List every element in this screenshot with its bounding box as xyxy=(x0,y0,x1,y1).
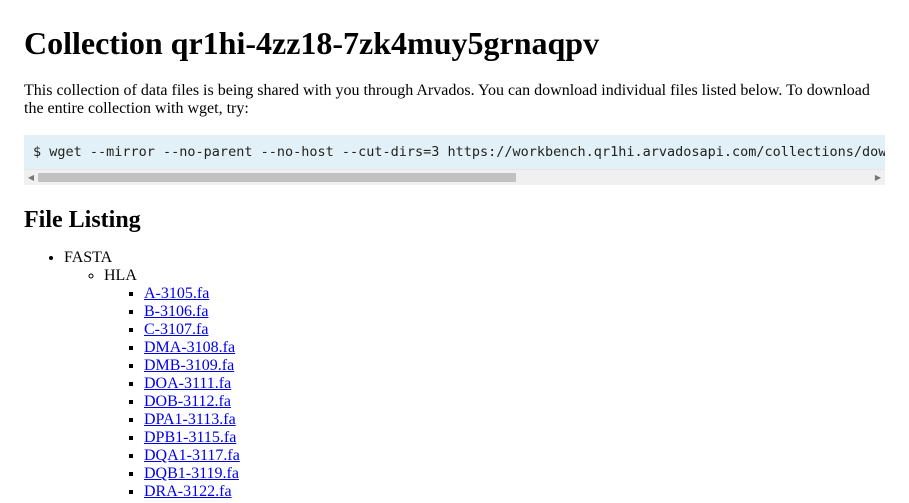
subfolder-label: HLA xyxy=(104,267,137,284)
page-title: Collection qr1hi-4zz18-7zk4muy5grnaqpv xyxy=(24,25,600,61)
file-item: A-3105.fa xyxy=(144,285,885,303)
file-link[interactable]: DRA-3122.fa xyxy=(144,483,232,500)
file-item: DMB-3109.fa xyxy=(144,357,885,375)
file-listing-heading: File Listing xyxy=(24,207,141,233)
file-link[interactable]: DOA-3111.fa xyxy=(144,375,231,392)
file-item: C-3107.fa xyxy=(144,321,885,339)
scrollbar-thumb[interactable] xyxy=(38,173,516,182)
file-link[interactable]: A-3105.fa xyxy=(144,285,209,302)
horizontal-scrollbar[interactable]: ◀ ▶ xyxy=(24,169,885,185)
scroll-right-arrow-icon[interactable]: ▶ xyxy=(871,170,885,185)
page: Collection qr1hi-4zz18-7zk4muy5grnaqpv T… xyxy=(0,0,909,501)
file-link[interactable]: C-3107.fa xyxy=(144,321,208,338)
folder-item: FASTA HLA A-3105.fa B-3106.fa C-3107.fa … xyxy=(64,249,885,501)
file-link[interactable]: DQA1-3117.fa xyxy=(144,447,240,464)
file-item: B-3106.fa xyxy=(144,303,885,321)
wget-command-scroll-area[interactable]: $ wget --mirror --no-parent --no-host --… xyxy=(24,135,885,169)
file-tree: FASTA HLA A-3105.fa B-3106.fa C-3107.fa … xyxy=(24,249,885,501)
folder-label: FASTA xyxy=(64,249,113,266)
file-link[interactable]: DMA-3108.fa xyxy=(144,339,235,356)
wget-command-box: $ wget --mirror --no-parent --no-host --… xyxy=(24,135,885,185)
subfolder-list: HLA A-3105.fa B-3106.fa C-3107.fa DMA-31… xyxy=(64,267,885,501)
file-item: DOA-3111.fa xyxy=(144,375,885,393)
file-item: DQB1-3119.fa xyxy=(144,465,885,483)
wget-command[interactable]: $ wget --mirror --no-parent --no-host --… xyxy=(24,135,885,160)
file-item: DOB-3112.fa xyxy=(144,393,885,411)
file-link[interactable]: B-3106.fa xyxy=(144,303,208,320)
file-link[interactable]: DPA1-3113.fa xyxy=(144,411,236,428)
file-link[interactable]: DQB1-3119.fa xyxy=(144,465,239,482)
file-link[interactable]: DPB1-3115.fa xyxy=(144,429,236,446)
file-list: A-3105.fa B-3106.fa C-3107.fa DMA-3108.f… xyxy=(104,285,885,501)
file-link[interactable]: DMB-3109.fa xyxy=(144,357,234,374)
file-link[interactable]: DOB-3112.fa xyxy=(144,393,231,410)
file-item: DPB1-3115.fa xyxy=(144,429,885,447)
subfolder-item: HLA A-3105.fa B-3106.fa C-3107.fa DMA-31… xyxy=(104,267,885,501)
file-item: DQA1-3117.fa xyxy=(144,447,885,465)
file-item: DPA1-3113.fa xyxy=(144,411,885,429)
file-item: DMA-3108.fa xyxy=(144,339,885,357)
intro-text: This collection of data files is being s… xyxy=(24,82,870,117)
scroll-left-arrow-icon[interactable]: ◀ xyxy=(24,170,38,185)
file-item: DRA-3122.fa xyxy=(144,483,885,501)
